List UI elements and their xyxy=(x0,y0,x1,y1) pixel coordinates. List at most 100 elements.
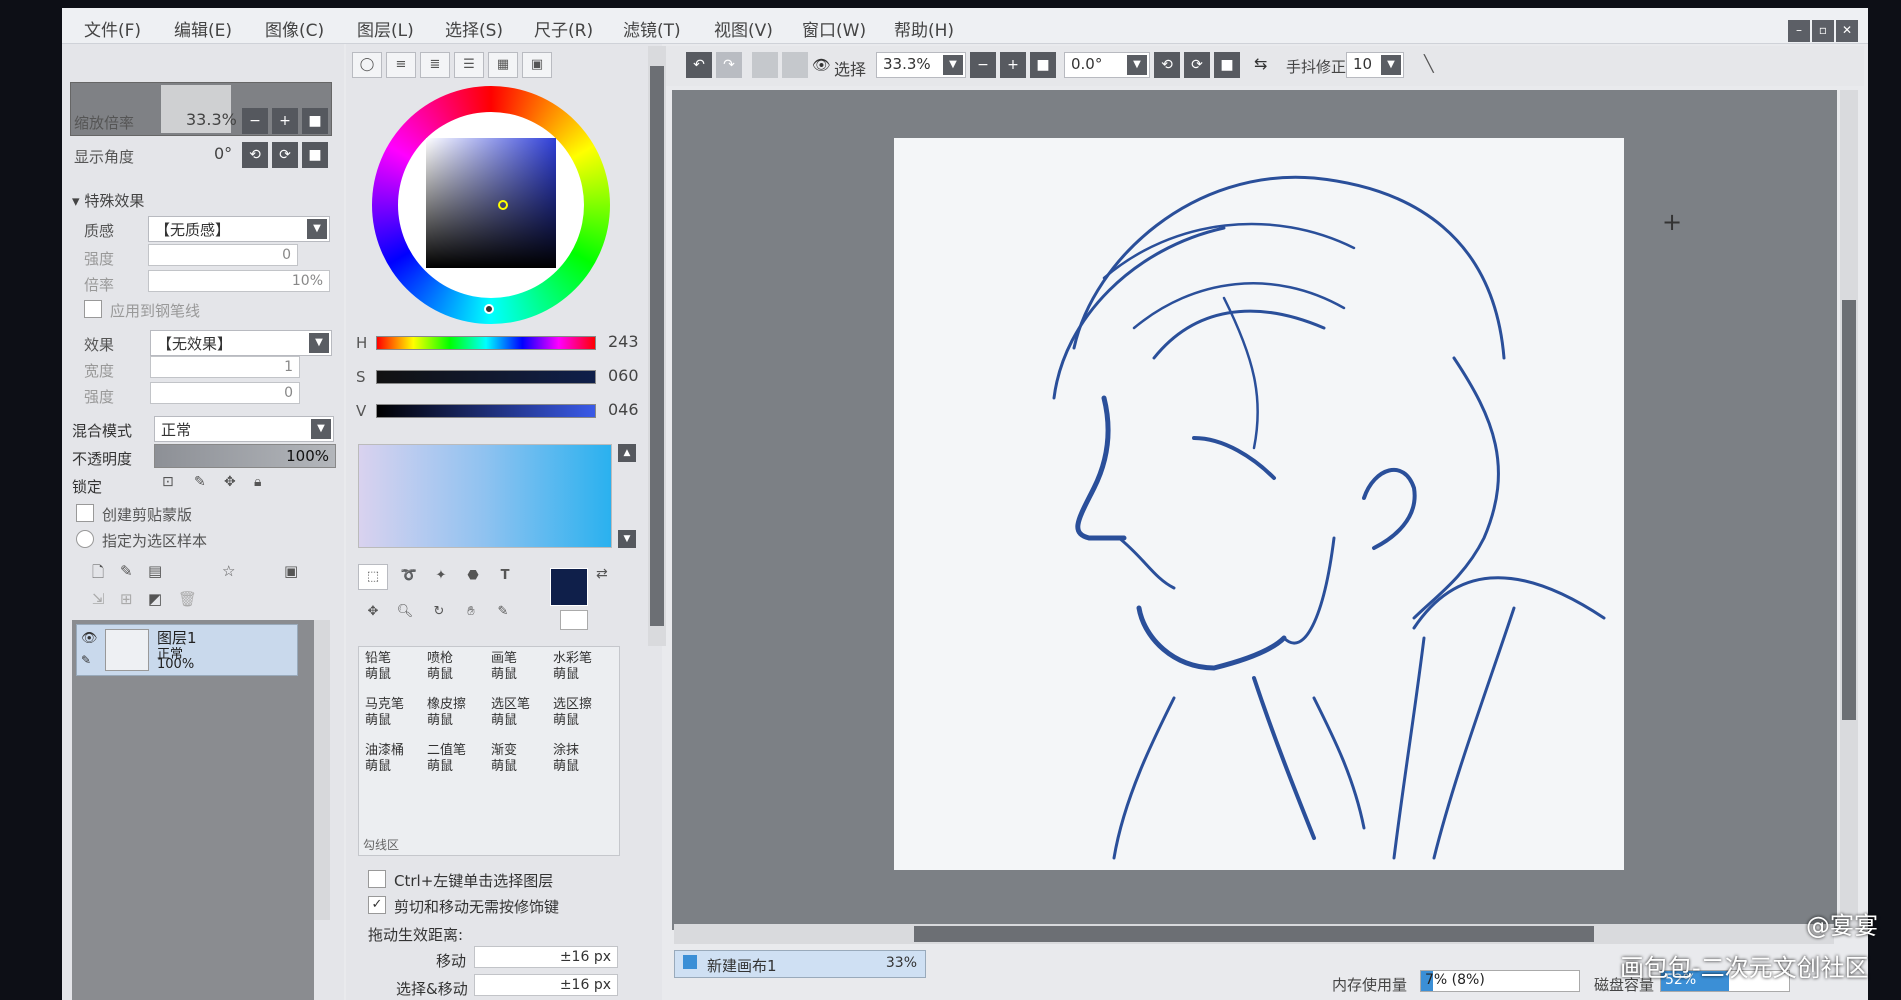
undo-icon[interactable]: ↶ xyxy=(686,52,712,78)
panel-scrollbar[interactable] xyxy=(648,46,666,646)
vertical-scrollbar-thumb[interactable] xyxy=(1842,300,1856,720)
tool-bucket[interactable]: 油漆桶 萌鼠 xyxy=(361,741,413,779)
eye-icon[interactable]: 👁︎ xyxy=(81,631,98,646)
merge-down-icon[interactable]: ⊞ xyxy=(120,590,133,608)
swatch-scroll-down-icon[interactable]: ▼ xyxy=(618,530,636,548)
lock-transparency-icon[interactable]: ⊡ xyxy=(162,474,174,490)
toolbar-zoom-in-button[interactable]: + xyxy=(1000,52,1026,78)
effects-section-label[interactable]: ▾ 特殊效果 xyxy=(72,190,144,211)
magic-wand-icon[interactable]: ✦ xyxy=(426,564,456,590)
zoom-select[interactable]: 33.3% ▼ xyxy=(876,52,966,78)
toolbar-zoom-out-button[interactable]: − xyxy=(970,52,996,78)
stabilizer-select[interactable]: 10 ▼ xyxy=(1346,52,1404,78)
clear-layer-icon[interactable]: ◩ xyxy=(148,590,162,608)
flip-horizontal-icon[interactable]: ⇆ xyxy=(1254,54,1267,73)
tool-selection-eraser[interactable]: 选区擦 萌鼠 xyxy=(549,695,601,733)
tab-scratchpad[interactable]: ▣ xyxy=(522,52,552,78)
lock-move-icon[interactable]: ✥ xyxy=(224,474,236,490)
toolbar-rotate-left-button[interactable]: ⟲ xyxy=(1154,52,1180,78)
texture-scale-field[interactable]: 10% xyxy=(148,270,330,292)
redo-icon[interactable]: ↷ xyxy=(716,52,742,78)
menu-window[interactable]: 窗口(W) xyxy=(802,16,866,41)
new-layer-icon[interactable]: 🗋︎ xyxy=(92,562,104,587)
tool-brush[interactable]: 画笔 萌鼠 xyxy=(487,649,539,687)
angle-select[interactable]: 0.0° ▼ xyxy=(1064,52,1150,78)
tool-eraser[interactable]: 橡皮擦 萌鼠 xyxy=(423,695,475,733)
color-swatch-grid[interactable] xyxy=(358,444,612,548)
select-move-distance-field[interactable]: ±16 px xyxy=(474,974,618,996)
shape-icon[interactable]: ⬣ xyxy=(458,564,488,590)
tab-color-wheel[interactable]: ◯ xyxy=(352,52,382,78)
tool-marker[interactable]: 马克笔 萌鼠 xyxy=(361,695,413,733)
opacity-slider[interactable]: 100% xyxy=(154,444,336,468)
cut-move-checkbox[interactable]: ✓ xyxy=(368,896,386,914)
zoom-icon[interactable]: 🔍︎ xyxy=(390,600,420,626)
tool-watercolor[interactable]: 水彩笔 萌鼠 xyxy=(549,649,601,687)
tab-hsv-slider[interactable]: ≣ xyxy=(420,52,450,78)
selection-visibility-icon[interactable]: 👁︎ xyxy=(812,56,831,74)
color-picker-marker[interactable] xyxy=(498,200,508,210)
effect-select[interactable]: 【无效果】 ▼ xyxy=(150,330,332,356)
tool-binary-pen[interactable]: 二值笔 萌鼠 xyxy=(423,741,475,779)
menu-ruler[interactable]: 尺子(R) xyxy=(534,16,593,41)
panel-scrollbar-thumb[interactable] xyxy=(650,66,664,626)
menu-file[interactable]: 文件(F) xyxy=(84,16,141,41)
transfer-down-icon[interactable]: ⇲ xyxy=(92,590,105,608)
move-icon[interactable]: ✥ xyxy=(358,600,388,626)
text-tool-icon[interactable]: T xyxy=(490,564,520,590)
horizontal-scrollbar[interactable] xyxy=(674,924,1834,944)
minimize-button[interactable]: – xyxy=(1788,20,1810,42)
vertical-scrollbar[interactable] xyxy=(1840,90,1858,930)
layer-mask-icon[interactable]: ▣ xyxy=(284,562,298,580)
clipping-checkbox[interactable] xyxy=(76,504,94,522)
texture-select[interactable]: 【无质感】 ▼ xyxy=(148,216,330,242)
layer-scrollbar[interactable] xyxy=(314,620,330,920)
rotate-reset-button[interactable]: ■ xyxy=(302,142,328,168)
effect-width-field[interactable]: 1 xyxy=(150,356,300,378)
deselect-icon[interactable] xyxy=(752,52,778,78)
primary-color-swatch[interactable] xyxy=(550,568,588,606)
zoom-reset-button[interactable]: ■ xyxy=(302,108,328,134)
rotate-left-button[interactable]: ⟲ xyxy=(242,142,268,168)
v-slider[interactable] xyxy=(376,404,596,418)
tool-gradient[interactable]: 渐变 萌鼠 xyxy=(487,741,539,779)
line-tool-icon[interactable]: ╲ xyxy=(1424,54,1434,73)
toolbar-rotate-reset-button[interactable]: ■ xyxy=(1214,52,1240,78)
lock-draw-icon[interactable]: ✎ xyxy=(194,474,206,490)
swatch-scroll-up-icon[interactable]: ▲ xyxy=(618,444,636,462)
tab-swatches[interactable]: ▦ xyxy=(488,52,518,78)
horizontal-scrollbar-thumb[interactable] xyxy=(914,926,1594,942)
layer-effect-icon[interactable]: ☆ xyxy=(222,562,235,580)
hand-icon[interactable]: ✋︎ xyxy=(456,600,486,626)
close-button[interactable]: ✕ xyxy=(1836,20,1858,42)
saturation-value-square[interactable] xyxy=(426,138,556,268)
zoom-in-button[interactable]: + xyxy=(272,108,298,134)
tool-smudge[interactable]: 涂抹 萌鼠 xyxy=(549,741,601,779)
apply-pen-checkbox[interactable] xyxy=(84,300,102,318)
menu-view[interactable]: 视图(V) xyxy=(714,16,773,41)
texture-strength-field[interactable]: 0 xyxy=(148,244,298,266)
menu-select[interactable]: 选择(S) xyxy=(445,16,503,41)
toolbar-rotate-right-button[interactable]: ⟳ xyxy=(1184,52,1210,78)
effect-strength-field[interactable]: 0 xyxy=(150,382,300,404)
swap-colors-icon[interactable]: ⇄ xyxy=(596,566,608,582)
hue-wheel[interactable] xyxy=(372,86,610,324)
menu-edit[interactable]: 编辑(E) xyxy=(174,16,232,41)
tool-airbrush[interactable]: 喷枪 萌鼠 xyxy=(423,649,475,687)
layer-row[interactable]: 👁︎ ✎ 图层1 正常 100% xyxy=(76,624,298,676)
new-folder-icon[interactable]: ▤ xyxy=(148,562,162,580)
tool-pencil[interactable]: 铅笔 萌鼠 xyxy=(361,649,413,687)
secondary-color-swatch[interactable] xyxy=(560,610,588,630)
blend-mode-select[interactable]: 正常 ▼ xyxy=(154,416,334,442)
menu-layer[interactable]: 图层(L) xyxy=(357,16,414,41)
menu-image[interactable]: 图像(C) xyxy=(265,16,324,41)
tool-selection-pen[interactable]: 选区笔 萌鼠 xyxy=(487,695,539,733)
move-distance-field[interactable]: ±16 px xyxy=(474,946,618,968)
invert-selection-icon[interactable] xyxy=(782,52,808,78)
lock-all-icon[interactable]: 🔒︎ xyxy=(254,474,261,490)
rect-select-icon[interactable]: ⬚ xyxy=(358,564,388,590)
rotate-icon[interactable]: ↻ xyxy=(424,600,454,626)
hue-marker[interactable] xyxy=(484,304,494,314)
lasso-icon[interactable]: ➰ xyxy=(394,564,424,590)
restore-button[interactable]: ▫ xyxy=(1812,20,1834,42)
